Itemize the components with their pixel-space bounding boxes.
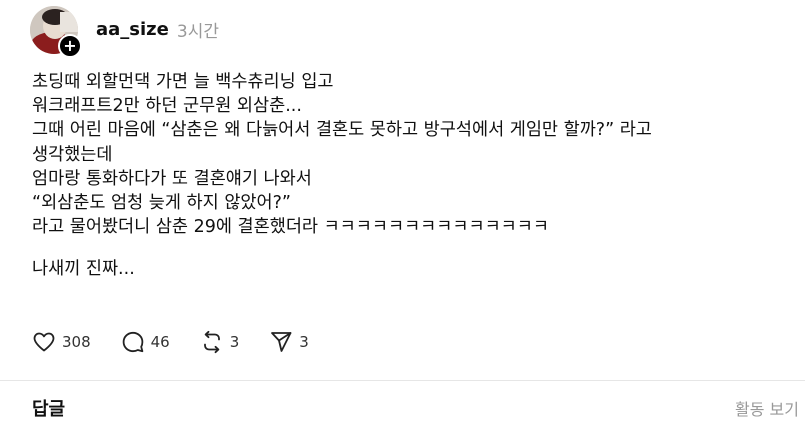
post-line: 워크래프트2만 하던 군무원 외삼춘...	[32, 96, 302, 117]
like-button[interactable]: 308	[32, 330, 91, 354]
avatar-wrapper[interactable]: +	[30, 6, 82, 58]
section-divider	[0, 380, 805, 381]
post-line: 그때 어린 마음에 “삼춘은 왜 다늙어서 결혼도 못하고 방구석에서 게임만 …	[32, 120, 652, 141]
repost-count: 3	[229, 333, 240, 351]
post-timestamp: 3시간	[176, 21, 219, 42]
share-count: 3	[299, 333, 309, 351]
repost-button[interactable]: 3	[200, 330, 240, 354]
comment-icon	[122, 331, 143, 353]
comment-count: 46	[150, 333, 170, 351]
repost-icon	[203, 330, 220, 354]
post-actions: 308 46 3 3	[32, 330, 339, 354]
post-closing-line: 나새끼 진짜...	[32, 259, 135, 280]
like-count: 308	[62, 333, 91, 351]
post-line: 초딩때 외할먼댁 가면 늘 백수츄리닝 입고	[32, 72, 334, 92]
post-line: 생각했는데	[32, 144, 113, 165]
username[interactable]: aa_size	[96, 19, 169, 40]
post-header: + aa_size 3시간	[30, 6, 219, 58]
replies-heading: 답글	[32, 399, 66, 420]
post-text: 초딩때 외할먼댁 가면 늘 백수츄리닝 입고 워크래프트2만 하던 군무원 외삼…	[32, 70, 802, 282]
share-button[interactable]: 3	[269, 330, 309, 354]
send-icon	[271, 332, 292, 352]
post-line: “외삼춘도 엄청 늦게 하지 않았어?”	[32, 193, 291, 214]
post-line: 라고 물어봤더니 삼춘 29에 결혼했더라 ㅋㅋㅋㅋㅋㅋㅋㅋㅋㅋㅋㅋㅋㅋ	[32, 217, 549, 238]
view-activity-link[interactable]: 활동 보기	[735, 396, 799, 420]
heart-icon	[33, 332, 55, 352]
follow-plus-icon[interactable]: +	[58, 34, 82, 58]
post-line: 엄마랑 통화하다가 또 결혼얘기 나와서	[32, 168, 312, 189]
comment-button[interactable]: 46	[121, 330, 170, 354]
